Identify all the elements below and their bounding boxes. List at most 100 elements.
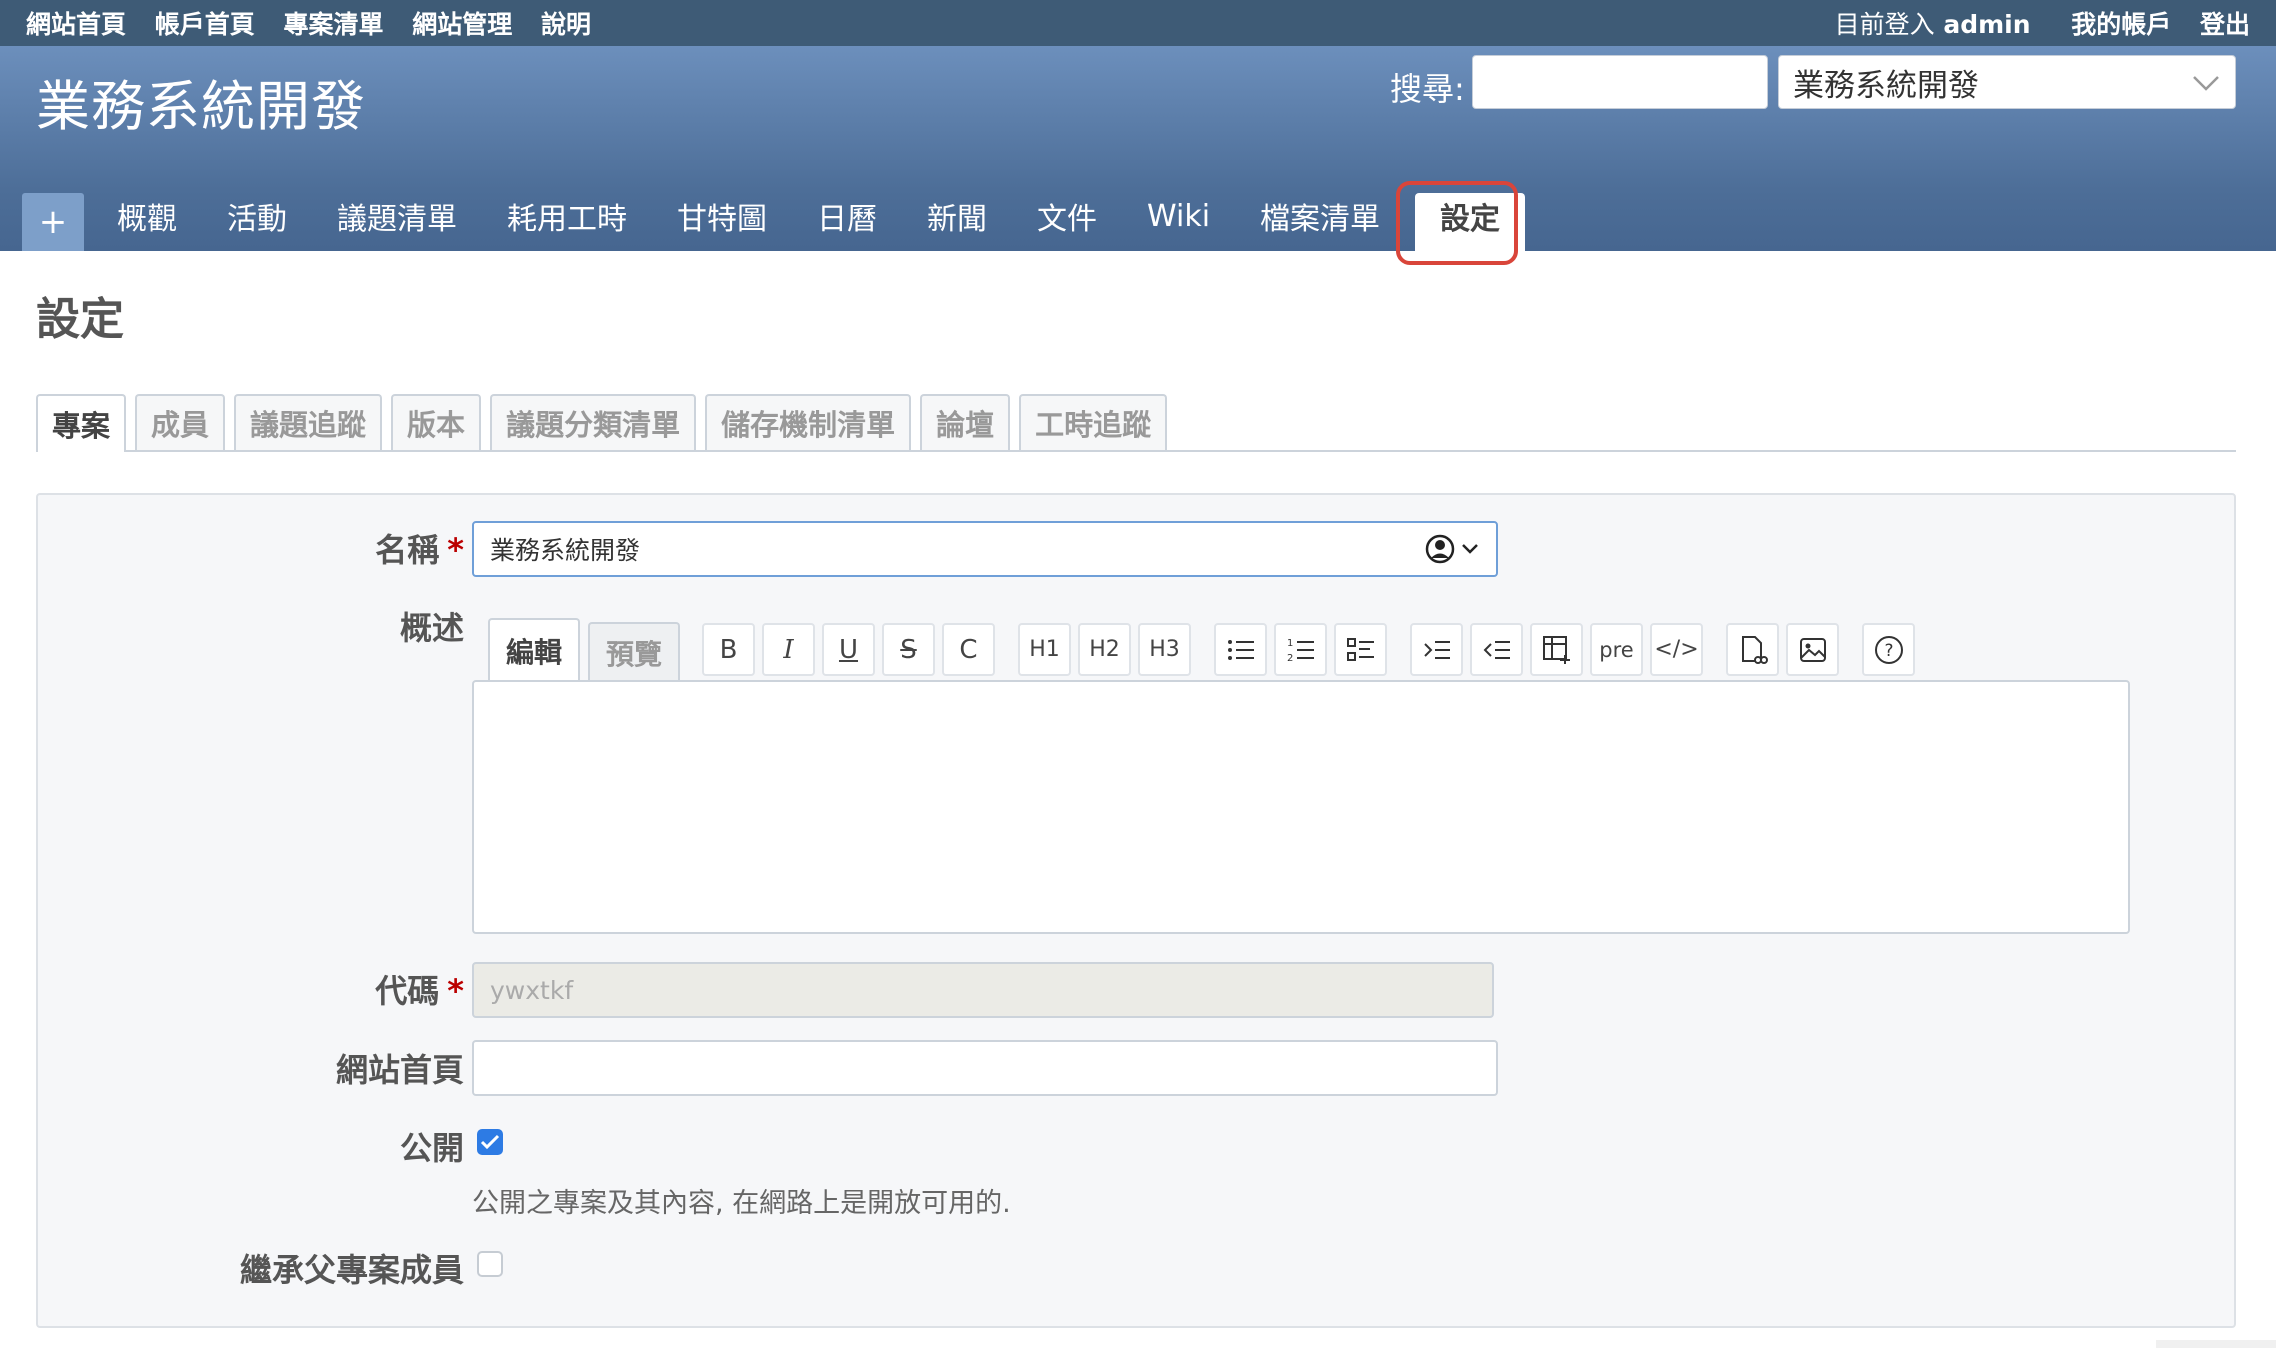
tab-documents[interactable]: 文件: [1012, 193, 1122, 251]
task-list-button[interactable]: [1334, 623, 1387, 676]
main-menu: + 概觀 活動 議題清單 耗用工時 甘特圖 日曆 新聞 文件 Wiki 檔案清單…: [22, 189, 1526, 251]
required-mark: *: [447, 972, 464, 1010]
name-label: 名稱 *: [368, 525, 464, 571]
description-textarea[interactable]: [472, 680, 2130, 934]
top-menu: 網站首頁 帳戶首頁 專案清單 網站管理 說明 目前登入 admin 我的帳戶 登…: [0, 0, 2276, 46]
project-settings-form: 名稱* 業務系統開發 概述 編輯 預覽 B I U S C H1 H2 H3: [36, 493, 2236, 1328]
bold-button[interactable]: B: [702, 623, 755, 676]
settings-tabs: 專案 成員 議題追蹤 版本 議題分類清單 儲存機制清單 論壇 工時追蹤: [36, 394, 2236, 452]
svg-text:?: ?: [1884, 641, 1893, 661]
new-object-button[interactable]: +: [22, 193, 84, 251]
italic-button[interactable]: I: [762, 623, 815, 676]
settings-tab-issue-categories[interactable]: 議題分類清單: [490, 394, 697, 450]
editor-toolbar: B I U S C H1 H2 H3 1 2 pre </> ?: [702, 623, 1915, 676]
project-jump-select[interactable]: 業務系統開發: [1778, 55, 2236, 109]
top-menu-right: 目前登入 admin 我的帳戶 登出: [1835, 5, 2250, 41]
project-title: 業務系統開發: [36, 75, 366, 138]
svg-text:2: 2: [1287, 653, 1293, 664]
preformatted-icon: pre: [1599, 637, 1634, 662]
settings-tab-repositories[interactable]: 儲存機制清單: [705, 394, 912, 450]
header: 業務系統開發 搜尋: 業務系統開發 + 概觀 活動 議題清單 耗用工時 甘特圖 …: [0, 46, 2276, 251]
heading3-button[interactable]: H3: [1138, 623, 1191, 676]
outdent-button[interactable]: [1470, 623, 1523, 676]
tab-calendar[interactable]: 日曆: [792, 193, 902, 251]
tab-issues[interactable]: 議題清單: [312, 193, 482, 251]
strikethrough-icon: S: [900, 634, 917, 665]
top-link-my-page[interactable]: 帳戶首頁: [155, 10, 255, 39]
required-mark: *: [447, 531, 464, 569]
homepage-input[interactable]: [472, 1040, 1498, 1096]
help-icon: ?: [1874, 635, 1903, 664]
settings-tab-time-tracking[interactable]: 工時追蹤: [1019, 394, 1168, 450]
heading1-button[interactable]: H1: [1018, 623, 1071, 676]
heading2-button[interactable]: H2: [1078, 623, 1131, 676]
top-menu-left: 網站首頁 帳戶首頁 專案清單 網站管理 說明: [26, 5, 611, 41]
table-button[interactable]: [1530, 623, 1583, 676]
inherit-members-label: 繼承父專案成員: [239, 1251, 464, 1289]
svg-text:1: 1: [1287, 638, 1293, 649]
account-autofill-icon[interactable]: [1424, 533, 1480, 565]
editor-tab-edit[interactable]: 編輯: [488, 618, 581, 682]
current-user-link[interactable]: admin: [1943, 10, 2030, 39]
code-button[interactable]: C: [942, 623, 995, 676]
search-label: 搜尋:: [1390, 70, 1465, 108]
name-label-text: 名稱: [375, 531, 440, 569]
settings-tab-issue-tracking[interactable]: 議題追蹤: [234, 394, 383, 450]
editor-tabs: 編輯 預覽: [488, 618, 688, 682]
tab-overview[interactable]: 概觀: [92, 193, 202, 251]
underline-button[interactable]: U: [822, 623, 875, 676]
public-checkbox[interactable]: [477, 1129, 503, 1155]
image-button[interactable]: [1786, 623, 1839, 676]
public-hint: 公開之專案及其內容, 在網路上是開放可用的.: [472, 1188, 1011, 1219]
underline-icon: U: [838, 634, 859, 665]
editor-tab-preview[interactable]: 預覽: [588, 622, 681, 682]
italic-icon: I: [783, 634, 794, 665]
ordered-list-icon: 1 2: [1287, 638, 1314, 664]
unordered-list-icon: [1227, 639, 1254, 660]
logout-link[interactable]: 登出: [2200, 10, 2250, 39]
top-link-administration[interactable]: 網站管理: [412, 10, 512, 39]
unordered-list-button[interactable]: [1214, 623, 1267, 676]
indent-button[interactable]: [1410, 623, 1463, 676]
tab-files[interactable]: 檔案清單: [1235, 193, 1405, 251]
inherit-members-checkbox[interactable]: [477, 1251, 503, 1277]
checkmark-icon: [480, 1134, 500, 1150]
indent-icon: [1423, 640, 1450, 659]
help-button[interactable]: ?: [1862, 623, 1915, 676]
code-icon: C: [959, 634, 978, 665]
table-icon: [1542, 635, 1570, 664]
link-page-button[interactable]: [1726, 623, 1779, 676]
tab-activity[interactable]: 活動: [202, 193, 312, 251]
name-input[interactable]: 業務系統開發: [472, 521, 1498, 577]
top-link-projects[interactable]: 專案清單: [283, 10, 383, 39]
logged-in-label: 目前登入: [1834, 10, 1935, 39]
ordered-list-button[interactable]: 1 2: [1274, 623, 1327, 676]
settings-tab-versions[interactable]: 版本: [391, 394, 482, 450]
strikethrough-button[interactable]: S: [882, 623, 935, 676]
project-jump-value: 業務系統開發: [1793, 67, 1979, 104]
tab-settings[interactable]: 設定: [1415, 193, 1526, 251]
settings-tab-members[interactable]: 成員: [135, 394, 226, 450]
top-link-home[interactable]: 網站首頁: [26, 10, 126, 39]
settings-tab-forums[interactable]: 論壇: [920, 394, 1011, 450]
bold-icon: B: [719, 634, 738, 665]
top-link-help[interactable]: 說明: [541, 10, 591, 39]
inline-code-button[interactable]: </>: [1650, 623, 1703, 676]
preformatted-button[interactable]: pre: [1590, 623, 1643, 676]
settings-tab-project[interactable]: 專案: [36, 394, 127, 452]
tab-wiki[interactable]: Wiki: [1122, 193, 1235, 251]
tab-news[interactable]: 新聞: [902, 193, 1012, 251]
task-list-icon: [1346, 637, 1374, 661]
horizontal-scrollbar[interactable]: [2156, 1340, 2276, 1348]
public-label: 公開: [399, 1129, 464, 1167]
heading1-icon: H1: [1029, 637, 1060, 662]
outdent-icon: [1483, 640, 1510, 659]
name-input-value: 業務系統開發: [490, 536, 641, 565]
identifier-label-text: 代碼: [375, 972, 440, 1010]
search-input[interactable]: [1472, 55, 1768, 109]
tab-spent-time[interactable]: 耗用工時: [482, 193, 652, 251]
my-account-link[interactable]: 我的帳戶: [2071, 10, 2171, 39]
identifier-label: 代碼 *: [368, 966, 464, 1012]
tab-gantt[interactable]: 甘特圖: [652, 193, 792, 251]
homepage-label: 網站首頁: [335, 1051, 464, 1089]
